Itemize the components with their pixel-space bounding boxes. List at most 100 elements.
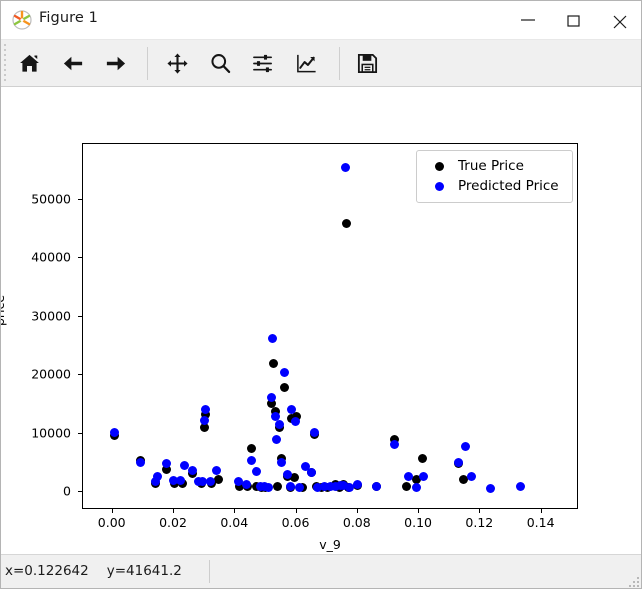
navigation-toolbar <box>1 40 641 87</box>
scatter-point <box>241 479 251 489</box>
scatter-point <box>411 482 421 492</box>
y-tick-label: 20000 <box>31 366 71 382</box>
y-tick-label: 40000 <box>31 249 71 265</box>
y-axis-label: price <box>1 294 7 326</box>
scatter-point <box>272 435 282 445</box>
plot-axes[interactable]: True Price Predicted Price <box>82 143 578 509</box>
zoom-magnifier-icon <box>211 54 231 74</box>
edit-axis-chart-icon <box>297 54 316 73</box>
legend-label-true-price: True Price <box>458 158 524 174</box>
legend-item-true-price: True Price <box>425 156 564 176</box>
subplot-sliders-icon <box>253 54 272 73</box>
toolbar-grip[interactable] <box>4 44 8 84</box>
status-bar: x=0.122642 y=41641.2 <box>1 554 641 588</box>
window-title: Figure 1 <box>39 10 98 26</box>
x-tick-mark <box>234 509 236 513</box>
edit-parameters-button[interactable] <box>288 45 325 82</box>
maximize-icon <box>567 15 580 27</box>
x-tick-label: 0.10 <box>404 515 432 530</box>
home-button[interactable] <box>11 45 48 82</box>
x-tick-label: 0.12 <box>465 515 494 530</box>
coordinate-readout: x=0.122642 y=41641.2 <box>5 563 182 579</box>
scatter-point <box>246 444 256 454</box>
scatter-point <box>280 382 290 392</box>
figure-window: Figure 1 price v_9 0 10000 20000 30000 4… <box>0 0 642 589</box>
y-tick-label: 50000 <box>31 191 71 207</box>
minimize-icon <box>521 19 535 21</box>
save-floppy-icon <box>357 53 378 74</box>
scatter-point <box>417 454 427 464</box>
scatter-point <box>287 404 297 414</box>
scatter-point <box>176 475 186 485</box>
x-tick-label: 0.06 <box>281 515 310 530</box>
legend-marker-true-price <box>435 161 444 171</box>
save-button[interactable] <box>349 45 386 82</box>
forward-arrow-icon <box>106 56 126 71</box>
resize-grip[interactable] <box>628 573 640 587</box>
scatter-point <box>136 457 146 467</box>
scatter-point <box>461 441 471 451</box>
configure-subplots-button[interactable] <box>245 45 282 82</box>
scatter-point <box>269 358 279 368</box>
pan-button[interactable] <box>159 45 196 82</box>
pan-move-icon <box>167 53 188 74</box>
x-tick-label: 0.04 <box>220 515 249 530</box>
status-y-value: y=41641.2 <box>106 563 182 579</box>
legend-item-predicted-price: Predicted Price <box>425 176 564 196</box>
scatter-point <box>295 482 305 492</box>
scatter-point <box>341 163 351 173</box>
scatter-point <box>419 471 429 481</box>
x-tick-mark <box>295 509 297 513</box>
scatter-point <box>485 483 495 493</box>
x-tick-mark <box>172 509 174 513</box>
y-tick-label: 0 <box>63 483 71 499</box>
minimize-button[interactable] <box>505 1 551 39</box>
scatter-point <box>153 471 163 481</box>
scatter-point <box>213 475 223 485</box>
home-icon <box>20 54 39 72</box>
scatter-point <box>275 419 285 429</box>
scatter-point <box>267 392 277 402</box>
scatter-point <box>246 456 256 466</box>
x-axis-label: v_9 <box>319 537 341 552</box>
scatter-point <box>454 457 464 467</box>
scatter-point <box>307 468 317 478</box>
matplotlib-logo-icon <box>12 10 32 30</box>
x-tick-mark <box>479 509 481 513</box>
legend-label-predicted-price: Predicted Price <box>458 178 559 194</box>
scatter-point <box>268 333 278 343</box>
x-tick-label: 0.14 <box>526 515 555 530</box>
scatter-point <box>403 471 413 481</box>
scatter-point <box>390 439 400 449</box>
close-button[interactable] <box>597 1 641 39</box>
figure-canvas[interactable]: price v_9 0 10000 20000 30000 40000 50000 0.0… <box>1 88 641 555</box>
x-tick-mark <box>418 509 420 513</box>
x-tick-mark <box>540 509 542 513</box>
x-tick-mark <box>356 509 358 513</box>
back-button[interactable] <box>55 45 92 82</box>
scatter-point <box>211 466 221 476</box>
x-tick-label: 0.02 <box>159 515 187 530</box>
toolbar-separator-2 <box>339 47 340 80</box>
y-tick-label: 10000 <box>31 425 71 441</box>
zoom-button[interactable] <box>202 45 239 82</box>
status-x-value: x=0.122642 <box>5 563 89 579</box>
status-separator <box>209 560 210 583</box>
title-bar: Figure 1 <box>1 1 641 40</box>
scatter-point <box>372 482 382 492</box>
scatter-point <box>201 404 211 414</box>
forward-button[interactable] <box>97 45 134 82</box>
toolbar-separator <box>147 47 148 80</box>
maximize-button[interactable] <box>551 1 597 39</box>
y-tick-label: 30000 <box>31 308 71 324</box>
scatter-point <box>279 368 289 378</box>
scatter-point <box>285 482 295 492</box>
x-tick-mark <box>111 509 113 513</box>
legend: True Price Predicted Price <box>416 150 573 203</box>
scatter-point <box>273 482 283 492</box>
scatter-point <box>291 417 301 427</box>
scatter-point <box>199 415 209 425</box>
x-tick-label: 0.08 <box>342 515 371 530</box>
scatter-point <box>341 218 351 228</box>
x-tick-label: 0.00 <box>97 515 126 530</box>
